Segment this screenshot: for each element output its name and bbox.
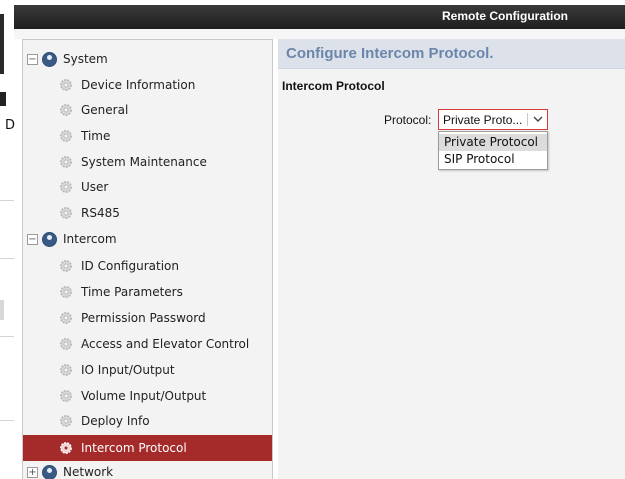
protocol-select[interactable]: Private Proto... — [438, 109, 548, 130]
tree-item-volume-input-output[interactable]: Volume Input/Output — [59, 383, 206, 409]
tree-group-label: Network — [63, 465, 114, 479]
gear-icon — [60, 312, 72, 324]
tree-item-user[interactable]: User — [59, 174, 108, 200]
sidebar-tree: − System Device Information General Time… — [22, 39, 273, 479]
tree-item-intercom-protocol[interactable]: Intercom Protocol — [23, 435, 272, 461]
tree-group-label: Intercom — [63, 232, 117, 246]
gear-icon — [60, 181, 72, 193]
section-title: Intercom Protocol — [282, 79, 385, 93]
tree-item-rs485[interactable]: RS485 — [59, 200, 120, 226]
gear-icon — [60, 364, 72, 376]
gear-icon — [60, 286, 72, 298]
background-window-edge: D — [0, 0, 16, 479]
tree-item-time-parameters[interactable]: Time Parameters — [59, 279, 183, 305]
tree-item-label: Device Information — [81, 78, 196, 92]
tree-item-io-input-output[interactable]: IO Input/Output — [59, 357, 175, 383]
tree-item-label: System Maintenance — [81, 155, 207, 169]
gear-icon — [60, 338, 72, 350]
tree-group-system[interactable]: − System — [27, 46, 108, 72]
collapse-icon[interactable]: − — [27, 233, 38, 245]
tree-group-intercom[interactable]: − Intercom — [27, 226, 117, 252]
gear-icon — [60, 79, 72, 91]
gear-icon — [60, 415, 72, 427]
tree-item-access-and-elevator-control[interactable]: Access and Elevator Control — [59, 331, 249, 357]
main-panel: Configure Intercom Protocol. Intercom Pr… — [278, 39, 625, 479]
gear-icon — [60, 260, 72, 272]
tree-item-label: Permission Password — [81, 311, 206, 325]
globe-gear-icon — [42, 231, 57, 247]
chevron-down-icon[interactable] — [531, 112, 545, 126]
edge-glyph: D — [5, 118, 16, 133]
tree-item-label: Access and Elevator Control — [81, 337, 250, 351]
gear-icon — [60, 442, 72, 454]
title-bar[interactable]: Remote Configuration — [14, 5, 625, 29]
tree-item-id-configuration[interactable]: ID Configuration — [59, 253, 179, 279]
tree-item-general[interactable]: General — [59, 97, 128, 123]
tree-item-permission-password[interactable]: Permission Password — [59, 305, 206, 331]
tree-item-label: General — [81, 103, 129, 117]
tree-item-label: Time Parameters — [81, 285, 183, 299]
tree-item-label: User — [81, 180, 109, 194]
globe-gear-icon — [42, 51, 57, 67]
tree-group-label: System — [63, 52, 108, 66]
expand-icon[interactable]: + — [27, 466, 38, 478]
protocol-select-value: Private Proto... — [443, 113, 523, 127]
tree-group-network[interactable]: + Network — [27, 463, 113, 479]
gear-icon — [60, 156, 72, 168]
page-header: Configure Intercom Protocol. — [278, 39, 625, 69]
tree-item-label: Intercom Protocol — [81, 441, 187, 455]
collapse-icon[interactable]: − — [27, 53, 38, 65]
option-sip-protocol[interactable]: SIP Protocol — [439, 151, 547, 168]
globe-gear-icon — [42, 464, 57, 479]
tree-item-device-information[interactable]: Device Information — [59, 72, 195, 98]
gear-icon — [60, 104, 72, 116]
gear-icon — [60, 390, 72, 402]
tree-item-time[interactable]: Time — [59, 123, 110, 149]
protocol-label: Protocol: — [384, 113, 432, 127]
window-title: Remote Configuration — [442, 9, 568, 23]
select-divider — [527, 113, 528, 126]
tree-item-label: Time — [81, 129, 111, 143]
tree-item-deploy-info[interactable]: Deploy Info — [59, 408, 150, 434]
gear-icon — [60, 207, 72, 219]
tree-item-label: IO Input/Output — [81, 363, 175, 377]
tree-item-system-maintenance[interactable]: System Maintenance — [59, 149, 207, 175]
tree-item-label: ID Configuration — [81, 259, 179, 273]
tree-item-label: RS485 — [81, 206, 120, 220]
toolbar-strip — [14, 29, 625, 39]
gear-icon — [60, 130, 72, 142]
tree-item-label: Deploy Info — [81, 414, 150, 428]
protocol-dropdown-list: Private Protocol SIP Protocol — [438, 131, 548, 170]
option-private-protocol[interactable]: Private Protocol — [439, 134, 547, 151]
tree-item-label: Volume Input/Output — [81, 389, 207, 403]
page-title: Configure Intercom Protocol. — [286, 45, 494, 62]
